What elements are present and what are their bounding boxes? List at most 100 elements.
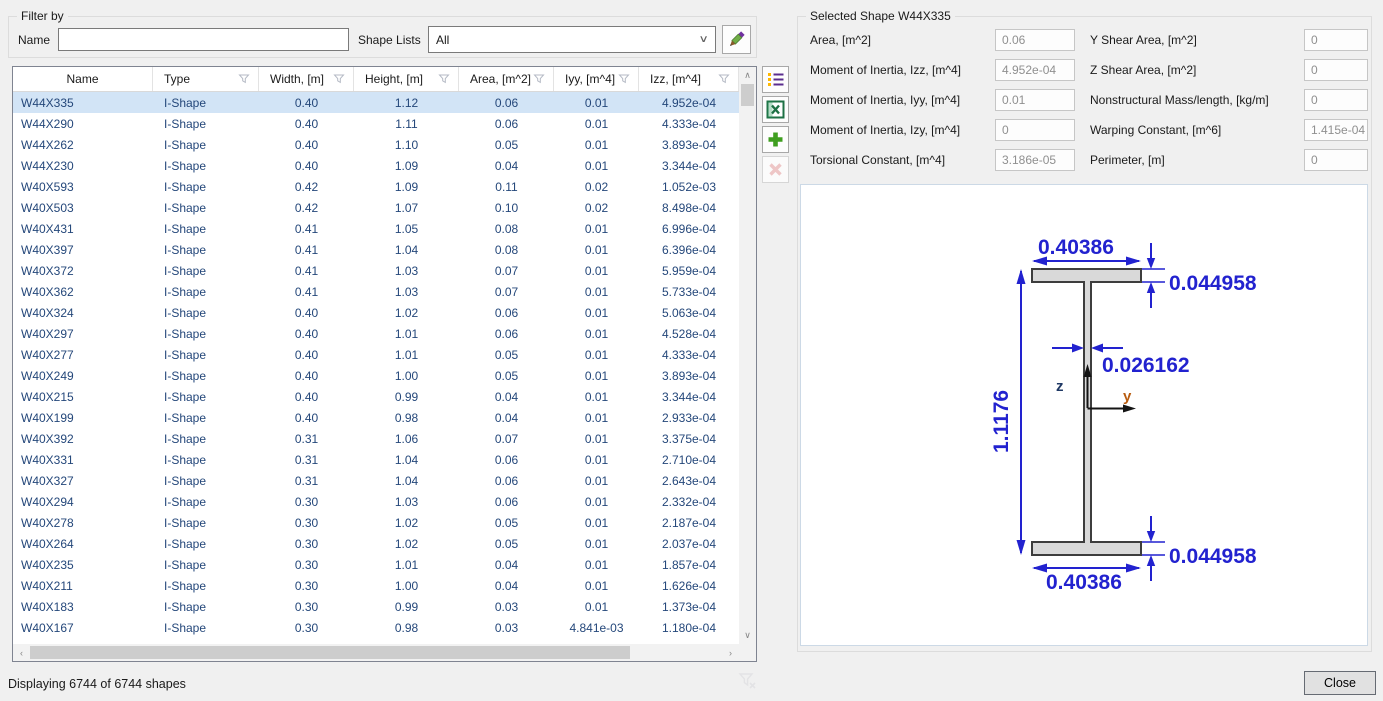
filter-icon[interactable] <box>238 73 250 85</box>
cell-iyy: 0.01 <box>554 327 639 341</box>
filter-icon[interactable] <box>618 73 630 85</box>
cell-type: I-Shape <box>153 516 259 530</box>
column-header-name[interactable]: Name <box>13 67 153 91</box>
torsional-constant-field[interactable]: 3.186e-05 <box>995 149 1075 171</box>
column-header-area[interactable]: Area, [m^2] <box>459 67 554 91</box>
shape-lists-dropdown[interactable]: All ∨ <box>428 26 716 53</box>
export-excel-button[interactable] <box>762 96 789 123</box>
table-row[interactable]: W40X397 I-Shape 0.41 1.04 0.08 0.01 6.39… <box>13 239 739 260</box>
horizontal-scrollbar[interactable]: ‹ › <box>13 644 739 661</box>
view-list-button[interactable] <box>762 66 789 93</box>
y-shear-area-field[interactable]: 0 <box>1304 29 1368 51</box>
scroll-left-icon[interactable]: ‹ <box>13 644 30 661</box>
table-row[interactable]: W40X278 I-Shape 0.30 1.02 0.05 0.01 2.18… <box>13 512 739 533</box>
perimeter-field[interactable]: 0 <box>1304 149 1368 171</box>
cell-name: W40X372 <box>13 264 153 278</box>
table-row[interactable]: W40X235 I-Shape 0.30 1.01 0.04 0.01 1.85… <box>13 554 739 575</box>
table-row[interactable]: W40X392 I-Shape 0.31 1.06 0.07 0.01 3.37… <box>13 428 739 449</box>
table-row[interactable]: W40X249 I-Shape 0.40 1.00 0.05 0.01 3.89… <box>13 365 739 386</box>
table-row[interactable]: W40X324 I-Shape 0.40 1.02 0.06 0.01 5.06… <box>13 302 739 323</box>
table-row[interactable]: W40X199 I-Shape 0.40 0.98 0.04 0.01 2.93… <box>13 407 739 428</box>
table-row[interactable]: W40X362 I-Shape 0.41 1.03 0.07 0.01 5.73… <box>13 281 739 302</box>
table-row[interactable]: W40X431 I-Shape 0.41 1.05 0.08 0.01 6.99… <box>13 218 739 239</box>
table-row[interactable]: W40X264 I-Shape 0.30 1.02 0.05 0.01 2.03… <box>13 533 739 554</box>
cell-name: W40X327 <box>13 474 153 488</box>
nonstructural-mass-field[interactable]: 0 <box>1304 89 1368 111</box>
table-row[interactable]: W40X294 I-Shape 0.30 1.03 0.06 0.01 2.33… <box>13 491 739 512</box>
cell-iyy: 0.01 <box>554 474 639 488</box>
table-row[interactable]: W44X290 I-Shape 0.40 1.11 0.06 0.01 4.33… <box>13 113 739 134</box>
inertia-iyy-field[interactable]: 0.01 <box>995 89 1075 111</box>
inertia-izy-field[interactable]: 0 <box>995 119 1075 141</box>
list-icon <box>766 70 785 89</box>
cell-width: 0.40 <box>259 327 354 341</box>
table-row[interactable]: W40X277 I-Shape 0.40 1.01 0.05 0.01 4.33… <box>13 344 739 365</box>
table-row[interactable]: W40X593 I-Shape 0.42 1.09 0.11 0.02 1.05… <box>13 176 739 197</box>
table-row[interactable]: W40X503 I-Shape 0.42 1.07 0.10 0.02 8.49… <box>13 197 739 218</box>
status-text: Displaying 6744 of 6744 shapes <box>8 677 186 691</box>
table-row[interactable]: W40X327 I-Shape 0.31 1.04 0.06 0.01 2.64… <box>13 470 739 491</box>
pencil-icon <box>726 29 747 50</box>
cell-iyy: 0.01 <box>554 558 639 572</box>
horizontal-scroll-thumb[interactable] <box>30 646 630 659</box>
warping-constant-label: Warping Constant, [m^6] <box>1090 123 1221 137</box>
scroll-right-icon[interactable]: › <box>722 644 739 661</box>
cell-iyy: 0.01 <box>554 495 639 509</box>
table-row[interactable]: W40X372 I-Shape 0.41 1.03 0.07 0.01 5.95… <box>13 260 739 281</box>
cell-iyy: 4.841e-03 <box>554 621 639 635</box>
cell-izz: 5.959e-04 <box>639 264 739 278</box>
table-row[interactable]: W40X215 I-Shape 0.40 0.99 0.04 0.01 3.34… <box>13 386 739 407</box>
add-shape-button[interactable] <box>762 126 789 153</box>
cell-height: 1.04 <box>354 453 459 467</box>
cell-height: 1.01 <box>354 558 459 572</box>
inertia-izz-field[interactable]: 4.952e-04 <box>995 59 1075 81</box>
column-header-izz[interactable]: Izz, [m^4] <box>639 67 739 91</box>
table-row[interactable]: W44X335 I-Shape 0.40 1.12 0.06 0.01 4.95… <box>13 92 739 113</box>
filter-icon[interactable] <box>333 73 345 85</box>
scroll-up-icon[interactable]: ∧ <box>739 67 756 84</box>
z-shear-area-field[interactable]: 0 <box>1304 59 1368 81</box>
filter-icon[interactable] <box>718 73 730 85</box>
area-field[interactable]: 0.06 <box>995 29 1075 51</box>
table-row[interactable]: W44X230 I-Shape 0.40 1.09 0.04 0.01 3.34… <box>13 155 739 176</box>
table-row[interactable]: W40X211 I-Shape 0.30 1.00 0.04 0.01 1.62… <box>13 575 739 596</box>
cell-izz: 4.333e-04 <box>639 117 739 131</box>
close-button[interactable]: Close <box>1304 671 1376 695</box>
warping-constant-field[interactable]: 1.415e-04 <box>1304 119 1368 141</box>
cell-height: 1.07 <box>354 201 459 215</box>
cell-type: I-Shape <box>153 138 259 152</box>
table-row[interactable]: W40X183 I-Shape 0.30 0.99 0.03 0.01 1.37… <box>13 596 739 617</box>
filter-icon[interactable] <box>438 73 450 85</box>
scroll-down-icon[interactable]: ∨ <box>739 627 756 644</box>
cell-area: 0.07 <box>459 432 554 446</box>
table-body: W44X335 I-Shape 0.40 1.12 0.06 0.01 4.95… <box>13 92 739 645</box>
cell-name: W44X335 <box>13 96 153 110</box>
cell-type: I-Shape <box>153 180 259 194</box>
cell-height: 1.00 <box>354 579 459 593</box>
delete-shape-button[interactable] <box>762 156 789 183</box>
table-row[interactable]: W44X262 I-Shape 0.40 1.10 0.05 0.01 3.89… <box>13 134 739 155</box>
cell-area: 0.03 <box>459 600 554 614</box>
shapes-table: Name Type Width, [m] Height, [m] Area, [… <box>12 66 757 662</box>
column-header-width[interactable]: Width, [m] <box>259 67 354 91</box>
cell-width: 0.30 <box>259 537 354 551</box>
column-header-iyy[interactable]: Iyy, [m^4] <box>554 67 639 91</box>
table-row[interactable]: W40X331 I-Shape 0.31 1.04 0.06 0.01 2.71… <box>13 449 739 470</box>
vertical-scrollbar[interactable]: ∧ ∨ <box>739 67 756 644</box>
cell-area: 0.04 <box>459 159 554 173</box>
cell-area: 0.04 <box>459 390 554 404</box>
column-header-type[interactable]: Type <box>153 67 259 91</box>
edit-shape-lists-button[interactable] <box>722 25 751 54</box>
table-row[interactable]: W40X297 I-Shape 0.40 1.01 0.06 0.01 4.52… <box>13 323 739 344</box>
column-header-height[interactable]: Height, [m] <box>354 67 459 91</box>
vertical-scroll-thumb[interactable] <box>741 84 754 106</box>
table-row[interactable]: W40X167 I-Shape 0.30 0.98 0.03 4.841e-03… <box>13 617 739 638</box>
clear-filter-icon[interactable] <box>737 670 759 692</box>
filter-icon[interactable] <box>533 73 545 85</box>
cell-height: 1.09 <box>354 159 459 173</box>
cell-type: I-Shape <box>153 369 259 383</box>
name-input[interactable] <box>58 28 349 51</box>
cell-type: I-Shape <box>153 537 259 551</box>
cell-height: 1.01 <box>354 327 459 341</box>
cell-height: 1.03 <box>354 264 459 278</box>
